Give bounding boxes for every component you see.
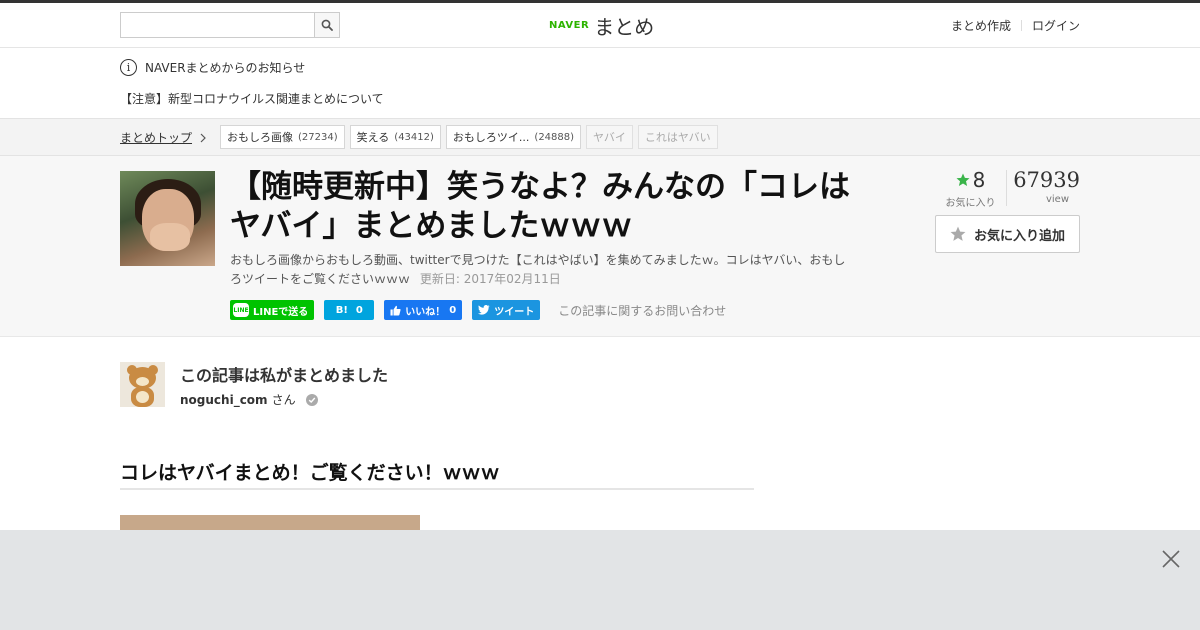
hatena-count: 0 bbox=[355, 304, 363, 316]
site-header: NAVER まとめ まとめ作成 ログイン bbox=[0, 3, 1200, 48]
tag-omoshiro-gazou[interactable]: おもしろ画像 (27234) bbox=[220, 125, 345, 149]
thumbs-up-icon bbox=[390, 305, 401, 315]
tag-waraeru[interactable]: 笑える (43412) bbox=[349, 125, 441, 149]
tag-yabai[interactable]: ヤバイ bbox=[586, 125, 633, 149]
breadcrumb-home-label: まとめトップ bbox=[120, 131, 193, 145]
article-header: 【随時更新中】笑うなよ？みんなの「コレはヤバイ」まとめましたｗｗｗ おもしろ画像… bbox=[0, 156, 1200, 337]
verified-check-icon bbox=[305, 393, 318, 406]
notice-item-link[interactable]: 【注意】新型コロナウイルス関連まとめについて bbox=[120, 89, 1080, 109]
thumbnail-hand bbox=[150, 223, 190, 251]
favorites-count: 8 bbox=[972, 168, 986, 192]
facebook-like-button[interactable]: いいね！ 0 bbox=[384, 300, 463, 320]
star-icon bbox=[956, 173, 970, 186]
line-share-button[interactable]: LINE LINEで送る bbox=[230, 300, 315, 320]
tag-label: これはヤバい bbox=[644, 131, 711, 144]
info-icon: i bbox=[120, 58, 137, 76]
hatena-icon: B! bbox=[335, 304, 348, 316]
search-input[interactable] bbox=[121, 13, 315, 37]
breadcrumb-home-link[interactable]: まとめトップ bbox=[120, 129, 206, 146]
tag-count: (43412) bbox=[394, 131, 434, 143]
article-stats: 8 お気に入り 67939 view bbox=[935, 168, 1081, 209]
twitter-bird-icon bbox=[478, 305, 490, 315]
author-name-row: noguchi_com さん bbox=[180, 391, 318, 408]
tag-label: おもしろ画像 bbox=[227, 131, 293, 144]
tag-omoshiro-tweet[interactable]: おもしろツイ... (24888) bbox=[445, 125, 582, 149]
views-count: 67939 bbox=[1013, 168, 1080, 192]
line-share-label: LINEで送る bbox=[253, 306, 309, 318]
article-updated-date: 更新日: 2017年02月11日 bbox=[419, 272, 561, 286]
header-divider bbox=[1020, 20, 1022, 31]
ad-overlay-banner bbox=[0, 530, 1200, 630]
hatena-bookmark-button[interactable]: B! 0 bbox=[324, 300, 375, 320]
search-box bbox=[120, 12, 340, 38]
breadcrumb-bar: まとめトップ おもしろ画像 (27234) 笑える (43412) おもしろツイ… bbox=[0, 118, 1200, 156]
tweet-label: ツイート bbox=[494, 306, 535, 318]
star-outline-icon bbox=[950, 226, 966, 241]
share-buttons: LINE LINEで送る B! 0 いいね！ 0 ツイート この記事に関するお問… bbox=[230, 300, 726, 320]
author-name-link[interactable]: noguchi_com bbox=[180, 393, 268, 407]
logo-matome-text: まとめ bbox=[594, 14, 655, 39]
tag-list: おもしろ画像 (27234) 笑える (43412) おもしろツイ... (24… bbox=[220, 125, 718, 149]
search-icon bbox=[321, 19, 333, 31]
chevron-right-icon bbox=[200, 133, 206, 142]
add-favorite-button[interactable]: お気に入り追加 bbox=[935, 215, 1080, 253]
tag-label: おもしろツイ... bbox=[452, 131, 530, 144]
author-box: この記事は私がまとめました noguchi_com さん bbox=[120, 362, 720, 408]
avatar-bear-belly bbox=[136, 391, 149, 403]
author-avatar[interactable] bbox=[120, 362, 165, 407]
article-contact-link[interactable]: この記事に関するお問い合わせ bbox=[558, 302, 726, 319]
tag-count: (24888) bbox=[534, 131, 575, 143]
tag-korewa-yabai[interactable]: これはヤバい bbox=[637, 125, 718, 149]
facebook-like-count: 0 bbox=[449, 304, 457, 316]
section-heading: コレはヤバイまとめ！ご覧ください！ｗｗｗ bbox=[120, 458, 754, 490]
author-suffix: さん bbox=[271, 393, 296, 407]
views-stat: 67939 view bbox=[1007, 168, 1080, 209]
favorites-stat: 8 お気に入り bbox=[935, 168, 1006, 209]
tag-label: 笑える bbox=[356, 131, 390, 144]
favorites-label: お気に入り bbox=[945, 198, 996, 209]
notice-title: NAVERまとめからのお知らせ bbox=[145, 60, 306, 75]
author-heading: この記事は私がまとめました bbox=[180, 366, 389, 385]
naver-matome-logo[interactable]: NAVER まとめ bbox=[549, 10, 654, 40]
facebook-like-label: いいね！ bbox=[405, 306, 446, 318]
views-label: view bbox=[1045, 194, 1070, 205]
login-link[interactable]: ログイン bbox=[1032, 17, 1080, 34]
add-favorite-label: お気に入り追加 bbox=[973, 228, 1065, 244]
article-title: 【随時更新中】笑うなよ？みんなの「コレはヤバイ」まとめましたｗｗｗ bbox=[230, 169, 850, 244]
close-icon[interactable] bbox=[1161, 549, 1181, 569]
create-matome-link[interactable]: まとめ作成 bbox=[951, 17, 1011, 34]
tweet-button[interactable]: ツイート bbox=[472, 300, 541, 320]
avatar-bear-muzzle bbox=[136, 377, 149, 386]
article-description: おもしろ画像からおもしろ動画、twitterで見つけた【これはやばい】を集めてみ… bbox=[230, 251, 850, 289]
line-icon: LINE bbox=[233, 303, 249, 317]
tag-count: (27234) bbox=[298, 131, 338, 143]
tag-label: ヤバイ bbox=[593, 131, 626, 144]
search-button[interactable] bbox=[314, 13, 339, 37]
header-links: まとめ作成 ログイン bbox=[951, 17, 1080, 34]
article-thumbnail[interactable] bbox=[120, 171, 215, 266]
logo-naver-text: NAVER bbox=[549, 19, 590, 31]
notice-area: i NAVERまとめからのお知らせ 【注意】新型コロナウイルス関連まとめについて bbox=[120, 57, 1080, 109]
